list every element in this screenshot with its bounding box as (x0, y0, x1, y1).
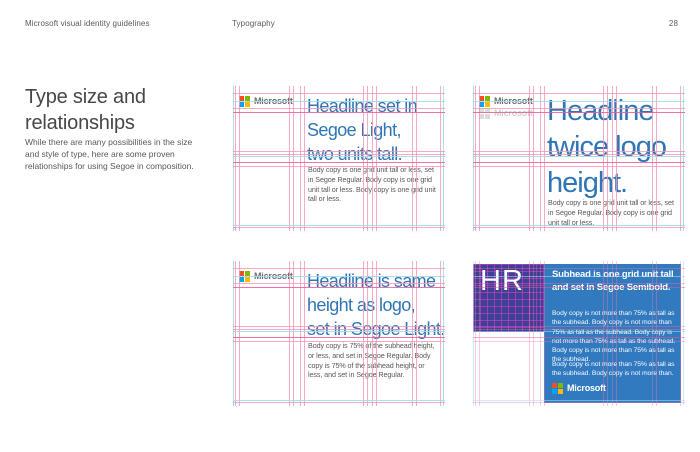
sample-body-copy: Body copy is one grid unit tall or less,… (308, 165, 436, 204)
microsoft-logo-icon (239, 96, 250, 107)
sample-subhead: Subhead is one grid unit tall and set in… (552, 269, 682, 294)
intro-text: While there are many possibilities in th… (25, 136, 197, 172)
microsoft-wordmark-ghost: Microsoft (494, 108, 533, 118)
page-title: Type size and relationships (25, 84, 215, 136)
page-number: 28 (669, 19, 678, 28)
microsoft-logo: Microsoft (239, 95, 293, 107)
microsoft-logo-ghost: Microsoft (479, 107, 533, 119)
microsoft-wordmark: Microsoft (254, 271, 293, 281)
microsoft-wordmark: Microsoft (254, 96, 293, 106)
monogram-tile: HR (473, 264, 545, 332)
microsoft-logo: Microsoft (479, 95, 533, 107)
microsoft-logo: Microsoft (552, 382, 606, 394)
blue-composition-card: Subhead is one grid unit tall and set in… (544, 264, 681, 403)
sample-headline: Headline set in Segoe Light, two units t… (307, 94, 457, 166)
sample-headline: Headline is same height as logo, set in … (307, 269, 457, 341)
section-title: Typography (232, 19, 275, 28)
example-panel-subhead: HR Subhead is one grid unit tall and set… (473, 261, 685, 406)
microsoft-logo-ghost-icon (479, 108, 490, 119)
microsoft-wordmark: Microsoft (494, 96, 533, 106)
example-panel-same-height: Microsoft Headline is same height as log… (233, 261, 445, 406)
example-panel-two-units: Microsoft Headline set in Segoe Light, t… (233, 86, 445, 231)
sample-body-copy: Body copy is one grid unit tall or less,… (548, 198, 678, 227)
microsoft-logo-icon (479, 96, 490, 107)
microsoft-logo-icon (552, 383, 563, 394)
sample-body-copy: Body copy is not more than 75% as tall a… (552, 360, 680, 379)
microsoft-logo: Microsoft (239, 270, 293, 282)
microsoft-wordmark: Microsoft (567, 383, 606, 393)
example-panel-twice-logo: Microsoft Microsoft Headline twice logo … (473, 86, 685, 231)
guidelines-page: Microsoft visual identity guidelines Typ… (0, 0, 700, 452)
sample-body-copy: Body copy is not more than 75% as tall a… (552, 309, 680, 365)
document-title: Microsoft visual identity guidelines (25, 19, 150, 28)
sample-headline: Headline twice logo height. (547, 93, 700, 201)
sample-body-copy: Body copy is 75% of the subhead height, … (308, 341, 440, 380)
monogram-text: HR (480, 265, 524, 298)
microsoft-logo-icon (239, 271, 250, 282)
